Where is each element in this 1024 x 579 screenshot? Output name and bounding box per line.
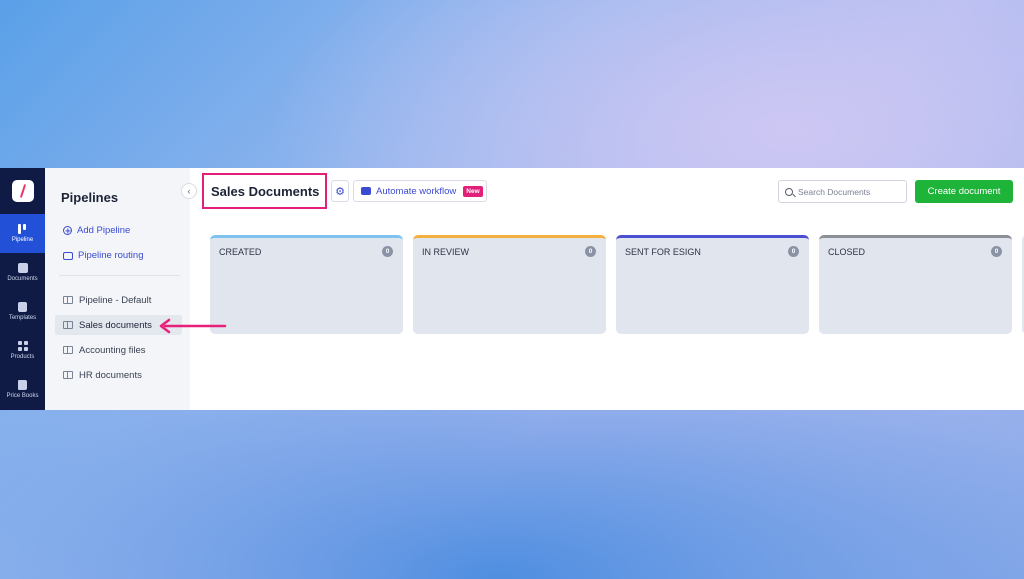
- rail-item-label: Documents: [7, 276, 38, 282]
- column-name: SENT FOR ESIGN: [625, 247, 701, 257]
- column-name: IN REVIEW: [422, 247, 470, 257]
- pipelines-panel: ‹ Pipelines Add Pipeline Pipeline routin…: [45, 168, 197, 410]
- grid-cell: [17, 341, 22, 345]
- gear-icon: ⚙: [335, 185, 345, 198]
- panel-title: Pipelines: [61, 190, 119, 205]
- column-name: CLOSED: [828, 247, 866, 257]
- templates-icon: [18, 302, 27, 312]
- pipeline-item-accounting-files[interactable]: Accounting files: [55, 340, 182, 360]
- documents-icon: [17, 263, 28, 273]
- rail-item-price-books[interactable]: Price Books: [0, 370, 45, 409]
- column-count-badge: 0: [382, 246, 393, 257]
- column-name: CREATED: [219, 247, 262, 257]
- title-highlight: Sales Documents: [202, 173, 327, 209]
- pipeline-icon: [17, 224, 28, 234]
- rail-item-label: Products: [10, 354, 35, 360]
- robot-icon: [361, 187, 371, 195]
- page-title: Sales Documents: [211, 183, 320, 199]
- pipeline-item-label: Sales documents: [79, 319, 152, 331]
- search-icon: [785, 187, 793, 196]
- products-icon: [17, 341, 28, 351]
- rail-item-templates[interactable]: Templates: [0, 292, 45, 331]
- pipeline-item-hr-documents[interactable]: HR documents: [55, 365, 182, 385]
- column-created[interactable]: CREATED 0: [210, 235, 403, 334]
- grid-cell: [23, 347, 28, 351]
- search-input[interactable]: [798, 186, 898, 197]
- pipeline-item-label: HR documents: [79, 369, 142, 381]
- search-box[interactable]: [778, 180, 907, 203]
- pipeline-routing-button[interactable]: Pipeline routing: [63, 250, 190, 261]
- icon-rail: Pipeline Documents Templates Products Pr…: [0, 168, 45, 410]
- board-icon: [63, 371, 73, 379]
- robot-icon: [63, 251, 73, 260]
- column-count-badge: 0: [788, 246, 799, 257]
- automate-workflow-label: Automate workflow: [376, 185, 457, 197]
- logo-slash: [19, 184, 26, 198]
- column-count-badge: 0: [585, 246, 596, 257]
- board-icon: [63, 321, 73, 329]
- column-count-badge: 0: [991, 246, 1002, 257]
- board-columns: CREATED 0 IN REVIEW 0 SENT FOR ESIGN 0 C…: [210, 235, 1024, 334]
- add-pipeline-label: Add Pipeline: [77, 225, 131, 236]
- rail-item-label: Price Books: [6, 393, 39, 399]
- pipeline-item-default[interactable]: Pipeline - Default: [55, 290, 182, 310]
- board-icon: [63, 346, 73, 354]
- pipeline-item-label: Pipeline - Default: [79, 294, 152, 306]
- create-document-button[interactable]: Create document: [915, 180, 1013, 203]
- column-in-review[interactable]: IN REVIEW 0: [413, 235, 606, 334]
- pipeline-settings-button[interactable]: ⚙: [331, 180, 349, 202]
- annotation-arrow-icon: [159, 318, 227, 334]
- rail-item-label: Pipeline: [11, 237, 34, 243]
- add-pipeline-button[interactable]: Add Pipeline: [63, 225, 190, 236]
- board-icon: [63, 296, 73, 304]
- grid-cell: [17, 347, 22, 351]
- automate-workflow-button[interactable]: Automate workflow New: [353, 180, 487, 202]
- rail-item-pipeline[interactable]: Pipeline: [0, 214, 45, 253]
- pipeline-icon-bar: [22, 224, 26, 230]
- rail-item-label: Templates: [8, 315, 37, 321]
- add-circle-icon: [63, 226, 72, 235]
- column-closed[interactable]: CLOSED 0: [819, 235, 1012, 334]
- collapse-panel-button[interactable]: ‹: [181, 183, 197, 199]
- rail-item-products[interactable]: Products: [0, 331, 45, 370]
- rail-item-documents[interactable]: Documents: [0, 253, 45, 292]
- pipeline-icon-bar: [17, 224, 21, 234]
- main-content: Sales Documents ⚙ Automate workflow New …: [190, 168, 1024, 410]
- panel-divider: [59, 275, 180, 276]
- app-window: Pipeline Documents Templates Products Pr…: [0, 168, 1024, 410]
- price-books-icon: [18, 380, 27, 390]
- app-logo[interactable]: [11, 180, 34, 202]
- column-sent-for-esign[interactable]: SENT FOR ESIGN 0: [616, 235, 809, 334]
- pipeline-routing-label: Pipeline routing: [78, 250, 144, 261]
- pipeline-item-label: Accounting files: [79, 344, 146, 356]
- grid-cell: [23, 341, 28, 345]
- chevron-left-icon: ‹: [187, 186, 191, 196]
- new-badge: New: [463, 185, 483, 197]
